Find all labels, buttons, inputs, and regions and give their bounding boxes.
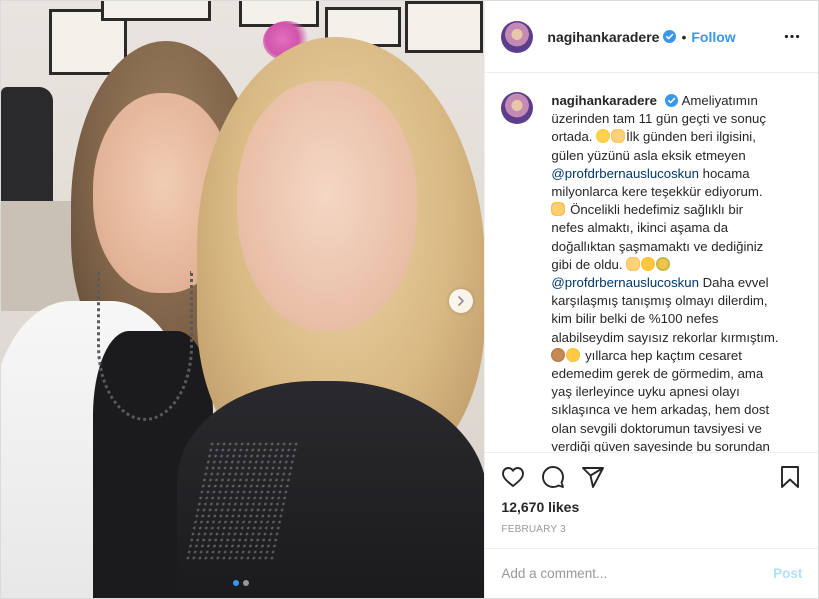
caption-segment: Ameliyatımın — [681, 93, 758, 108]
caption-segment: olan sevgili doktorumun tavsiyesi ve — [551, 420, 762, 436]
post-header: nagihankaradere • Follow — [485, 1, 818, 73]
ok-hand-emoji — [626, 256, 641, 271]
caption-username[interactable]: nagihankaradere — [551, 93, 657, 108]
chevron-right-icon — [458, 296, 464, 306]
comment-icon — [542, 466, 565, 488]
caption-segment: nefes almaktı, ikinci aşama da — [551, 220, 729, 236]
verified-badge-icon — [664, 94, 678, 107]
bouquet-emoji — [656, 256, 671, 271]
mention-link[interactable]: @profdrbernauslucoskun — [551, 275, 699, 290]
carousel-dot — [243, 580, 249, 586]
caption-segment: gibi de oldu. — [551, 256, 623, 272]
mention-link[interactable]: @profdrbernauslucoskun — [551, 166, 699, 181]
right-person-face — [237, 81, 417, 331]
carousel-next-button[interactable] — [449, 289, 473, 313]
comment-input[interactable] — [501, 566, 774, 581]
wall-frame — [405, 1, 483, 53]
comment-bar: Post — [485, 548, 819, 598]
post-photo[interactable] — [1, 1, 485, 598]
caption-segment: kim bilir belki de %100 nefes — [551, 311, 719, 327]
bookmark-icon — [781, 466, 800, 488]
heart-icon — [502, 467, 525, 487]
caption-segment: gülen yüzünü asla eksik etmeyen — [551, 147, 746, 163]
share-icon — [582, 467, 605, 488]
caption-segment: yaş ilerleyince uyku apnesi olayı — [551, 384, 740, 400]
upside-down-face-emoji — [566, 347, 581, 362]
carousel-dot-active — [233, 580, 239, 586]
share-button[interactable] — [581, 465, 605, 489]
more-horizontal-icon — [784, 34, 800, 39]
header-username[interactable]: nagihankaradere — [547, 29, 659, 45]
caption-segment: İlk günden beri ilgisini, — [626, 129, 756, 145]
post-comment-button[interactable]: Post — [773, 566, 802, 581]
caption-segment: sıklaşınca ve hem arkadaş, hem dost — [551, 402, 770, 418]
necklace — [97, 271, 193, 421]
caption-segment: verdiği güven sayesinde bu sorundan — [551, 438, 770, 452]
caption-avatar[interactable] — [501, 92, 534, 124]
caption-segment: üzerinden tam 11 gün geçti ve sonuç — [551, 111, 766, 127]
caption-segment: doğallıktan şaşmamaktı ve dediğiniz — [551, 238, 764, 254]
office-chair — [1, 87, 53, 207]
caption-segment: hocama — [702, 165, 750, 181]
action-icons — [501, 453, 802, 501]
likes-count[interactable]: 12,670 likes — [501, 499, 802, 515]
see-no-evil-monkey-emoji — [551, 347, 566, 362]
follow-button[interactable]: Follow — [691, 29, 735, 45]
post-date[interactable]: February 3 — [501, 524, 802, 535]
post-actions: 12,670 likes February 3 — [485, 452, 819, 548]
caption-segment: yıllarca hep kaçtım cesaret — [585, 347, 742, 363]
caption-segment: karşılaşmış tanışmış olmayı dilerdim, — [551, 293, 768, 309]
verified-badge-icon — [663, 30, 677, 43]
instagram-post: nagihankaradere • Follow nagihankaradere — [0, 0, 819, 599]
caption-area: nagihankaradere Ameliyatımın üzerinden t… — [485, 74, 818, 452]
caption-segment: ortada. — [551, 129, 593, 145]
header-separator: • — [681, 28, 687, 45]
carousel-indicator — [233, 580, 249, 586]
star-struck-emoji — [596, 129, 611, 144]
folded-hands-emoji — [551, 202, 566, 217]
caption-segment: Daha evvel — [702, 275, 769, 291]
caption-segment: milyonlarca kere teşekkür ediyorum. — [551, 184, 763, 200]
caption-segment: edemedim gerek de görmedim, ama — [551, 366, 764, 382]
caption-text: nagihankaradere Ameliyatımın üzerinden t… — [551, 92, 802, 452]
ok-hand-emoji — [611, 129, 626, 144]
wall-frame — [101, 1, 211, 21]
save-button[interactable] — [778, 465, 802, 489]
comment-button[interactable] — [541, 465, 565, 489]
caption-segment: Öncelikli hedefimiz sağlıklı bir — [570, 202, 744, 218]
like-button[interactable] — [501, 465, 525, 489]
smiling-face-emoji — [641, 256, 656, 271]
more-options-button[interactable] — [782, 27, 802, 47]
post-side-panel: nagihankaradere • Follow nagihankaradere — [484, 1, 819, 598]
caption-segment: alabilseydim sayısız rekorlar kırmıştım. — [551, 329, 779, 345]
avatar[interactable] — [501, 20, 534, 53]
